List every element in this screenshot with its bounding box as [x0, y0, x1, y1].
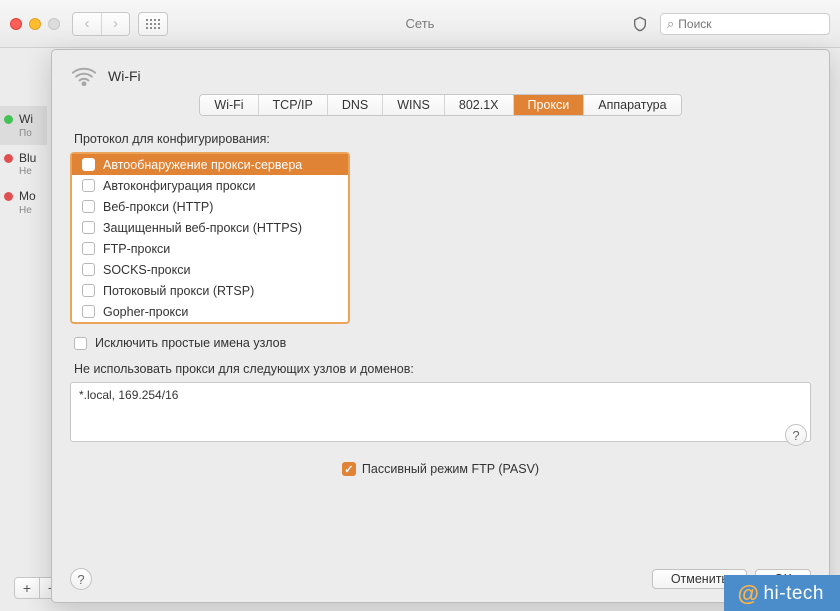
grid-icon: [146, 19, 160, 29]
sidebar-item-label: Mo: [19, 189, 36, 205]
chevron-right-icon: ›: [113, 16, 118, 31]
checkbox[interactable]: [74, 337, 87, 350]
close-window-button[interactable]: [10, 18, 22, 30]
tab-wifi[interactable]: Wi-Fi: [200, 95, 257, 115]
sidebar-item-wifi[interactable]: WiПо: [0, 106, 47, 145]
protocol-item-socks[interactable]: SOCKS-прокси: [72, 259, 348, 280]
show-all-button[interactable]: [138, 12, 168, 36]
pasv-checkbox[interactable]: Пассивный режим FTP (PASV): [70, 462, 811, 476]
status-dot: [4, 115, 13, 124]
protocol-item-autoconfig[interactable]: Автоконфигурация прокси: [72, 175, 348, 196]
sidebar-item-bluetooth[interactable]: BluНе: [0, 145, 47, 184]
search-field[interactable]: ⌕: [660, 13, 830, 35]
checkbox[interactable]: [82, 179, 95, 192]
protocol-section-label: Протокол для конфигурирования:: [74, 132, 811, 146]
sidebar-item-label: Wi: [19, 112, 33, 128]
sidebar: WiПо BluНе MoНе: [0, 48, 47, 611]
protocol-item-rtsp[interactable]: Потоковый прокси (RTSP): [72, 280, 348, 301]
back-button[interactable]: ‹: [73, 13, 101, 35]
tab-tcpip[interactable]: TCP/IP: [258, 95, 327, 115]
tab-dns[interactable]: DNS: [327, 95, 382, 115]
checkbox[interactable]: [82, 242, 95, 255]
wifi-icon: [70, 66, 98, 86]
checkbox[interactable]: [82, 284, 95, 297]
forward-button[interactable]: ›: [101, 13, 129, 35]
settings-sheet: Wi-Fi Wi-Fi TCP/IP DNS WINS 802.1X Прокс…: [51, 49, 830, 603]
tab-wins[interactable]: WINS: [382, 95, 444, 115]
sidebar-item-modem[interactable]: MoНе: [0, 183, 47, 222]
status-dot: [4, 192, 13, 201]
checkbox[interactable]: [82, 221, 95, 234]
checkbox[interactable]: [82, 305, 95, 318]
watermark: @hi-tech: [724, 575, 840, 611]
exclude-simple-checkbox[interactable]: Исключить простые имена узлов: [74, 336, 811, 350]
bypass-textarea[interactable]: [70, 382, 811, 442]
protocol-item-http[interactable]: Веб-прокси (HTTP): [72, 196, 348, 217]
checkbox[interactable]: [82, 263, 95, 276]
chevron-left-icon: ‹: [85, 16, 90, 31]
tab-8021x[interactable]: 802.1X: [444, 95, 513, 115]
checkbox[interactable]: [82, 200, 95, 213]
search-icon: ⌕: [667, 16, 674, 32]
add-service-button[interactable]: +: [14, 577, 40, 599]
window-title: Сеть: [406, 16, 435, 31]
help-button-inline[interactable]: ?: [785, 424, 807, 446]
traffic-lights: [10, 18, 60, 30]
shield-icon[interactable]: [632, 16, 648, 32]
protocol-item-autodetect[interactable]: Автообнаружение прокси-сервера: [72, 154, 348, 175]
protocol-list: Автообнаружение прокси-сервера Автоконфи…: [70, 152, 350, 324]
status-dot: [4, 154, 13, 163]
checkbox[interactable]: [82, 158, 95, 171]
sheet-title: Wi-Fi: [108, 68, 141, 84]
sidebar-item-label: Blu: [19, 151, 36, 167]
bypass-label: Не использовать прокси для следующих узл…: [74, 362, 811, 376]
checkbox-checked[interactable]: [342, 462, 356, 476]
search-input[interactable]: [678, 17, 823, 31]
minimize-window-button[interactable]: [29, 18, 41, 30]
nav-buttons: ‹ ›: [72, 12, 130, 36]
toolbar: ‹ › Сеть ⌕: [0, 0, 840, 48]
protocol-item-ftp[interactable]: FTP-прокси: [72, 238, 348, 259]
tab-hardware[interactable]: Аппаратура: [583, 95, 680, 115]
tab-row: Wi-Fi TCP/IP DNS WINS 802.1X Прокси Аппа…: [199, 94, 681, 116]
tab-proxy[interactable]: Прокси: [513, 95, 584, 115]
protocol-item-https[interactable]: Защищенный веб-прокси (HTTPS): [72, 217, 348, 238]
help-button[interactable]: ?: [70, 568, 92, 590]
protocol-item-gopher[interactable]: Gopher-прокси: [72, 301, 348, 322]
zoom-window-button[interactable]: [48, 18, 60, 30]
